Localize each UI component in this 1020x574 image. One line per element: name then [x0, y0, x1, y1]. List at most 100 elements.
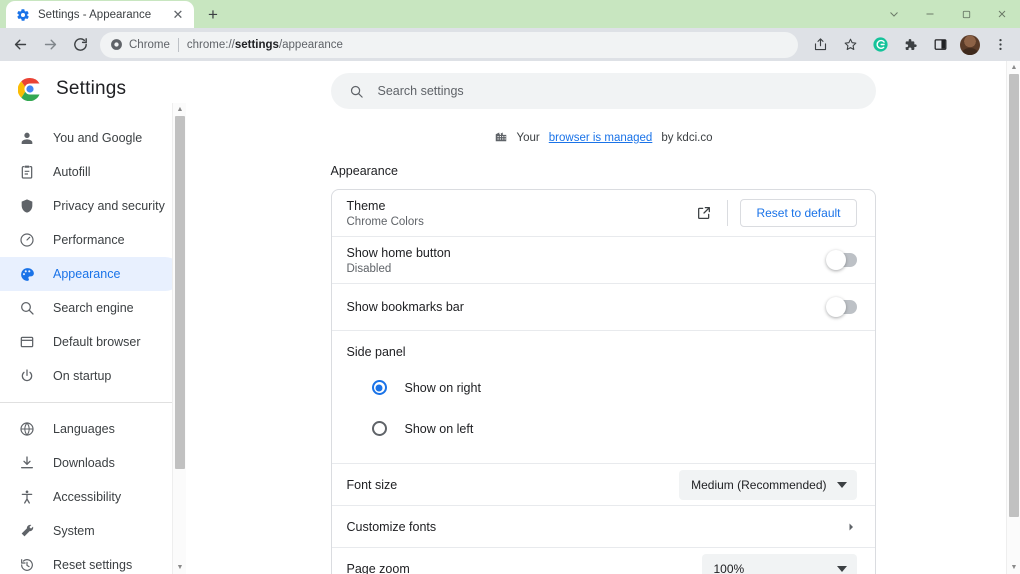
search-icon [18, 299, 36, 317]
theme-actions: Reset to default [689, 198, 857, 228]
sidebar-item-reset-settings[interactable]: Reset settings [0, 548, 182, 574]
side-panel-option-right[interactable]: Show on right [347, 367, 857, 408]
theme-label: Theme [346, 198, 386, 213]
radio-label: Show on right [404, 380, 481, 395]
search-icon [349, 84, 364, 99]
omnibox-chip-label: Chrome [129, 38, 170, 51]
sidebar-item-you-and-google[interactable]: You and Google [0, 121, 182, 155]
show-bookmarks-bar-toggle[interactable] [825, 297, 857, 317]
theme-divider [727, 200, 729, 226]
managed-notice: Your browser is managed by kdci.co [186, 109, 1020, 146]
show-bookmarks-bar-row[interactable]: Show bookmarks bar [331, 284, 875, 331]
sidebar-scroll-down-icon[interactable]: ▼ [173, 561, 187, 574]
sidebar-item-languages[interactable]: Languages [0, 412, 182, 446]
font-size-select[interactable]: Medium (Recommended) [679, 469, 857, 500]
side-panel-icon[interactable] [926, 31, 954, 59]
sidebar-item-privacy-and-security[interactable]: Privacy and security [0, 189, 182, 223]
font-size-row[interactable]: Font size Medium (Recommended) [331, 464, 875, 506]
reset-to-default-button[interactable]: Reset to default [740, 199, 857, 227]
home-button-label: Show home button [346, 245, 451, 260]
sidebar-item-label: System [53, 524, 95, 538]
grammarly-extension-icon[interactable] [866, 31, 894, 59]
history-restore-icon [18, 556, 36, 574]
show-home-button-toggle[interactable] [825, 250, 857, 270]
page-zoom-select[interactable]: 100% [701, 554, 857, 574]
building-icon [494, 129, 508, 146]
sidebar-scrollbar[interactable]: ▲ ▼ [172, 103, 186, 574]
sidebar-item-search-engine[interactable]: Search engine [0, 291, 182, 325]
sidebar-item-label: You and Google [53, 131, 143, 145]
side-panel-option-left[interactable]: Show on left [347, 408, 857, 449]
sidebar-item-autofill[interactable]: Autofill [0, 155, 182, 189]
palette-icon [18, 265, 36, 283]
sidebar-item-label: On startup [53, 369, 112, 383]
sidebar-item-label: Downloads [53, 456, 115, 470]
content-scroll-thumb[interactable] [1009, 74, 1019, 517]
sidebar-item-label: Reset settings [53, 558, 133, 572]
search-placeholder: Search settings [377, 84, 464, 98]
tab-close-icon[interactable]: ✕ [170, 7, 186, 23]
browser-toolbar: Chrome chrome://settings/appearance [0, 28, 1020, 61]
bookmarks-bar-text: Show bookmarks bar [347, 300, 827, 314]
chevron-down-icon [836, 566, 847, 572]
tab-strip: Settings - Appearance ✕ + [0, 0, 1020, 28]
download-icon [18, 454, 36, 472]
radio-icon [371, 380, 387, 395]
managed-prefix: Your [516, 131, 540, 144]
sidebar-item-downloads[interactable]: Downloads [0, 446, 182, 480]
browser-tab[interactable]: Settings - Appearance ✕ [6, 1, 194, 28]
sidebar-item-appearance[interactable]: Appearance [0, 257, 182, 291]
sidebar-item-system[interactable]: System [0, 514, 182, 548]
address-bar[interactable]: Chrome chrome://settings/appearance [100, 31, 798, 58]
open-in-new-icon[interactable] [689, 198, 719, 228]
sidebar-item-performance[interactable]: Performance [0, 223, 182, 257]
star-icon[interactable] [836, 31, 864, 59]
side-panel-group: Side panel Show on right Show on left [331, 331, 875, 464]
content-scroll-up-icon[interactable]: ▲ [1007, 61, 1020, 74]
content-scroll-down-icon[interactable]: ▼ [1007, 561, 1020, 574]
page-title: Settings [56, 78, 127, 99]
omnibox-chrome-chip: Chrome [110, 38, 170, 51]
sidebar-item-label: Accessibility [53, 490, 122, 504]
globe-icon [18, 420, 36, 438]
sidebar-item-accessibility[interactable]: Accessibility [0, 480, 182, 514]
avatar [960, 34, 980, 55]
sidebar-scroll-up-icon[interactable]: ▲ [173, 103, 187, 116]
close-window-icon[interactable] [984, 0, 1020, 28]
omnibox-url: chrome://settings/appearance [186, 38, 343, 51]
sidebar-scroll-thumb[interactable] [175, 116, 185, 469]
chevron-down-icon [836, 481, 847, 488]
search-input[interactable]: Search settings [330, 73, 876, 109]
show-home-button-row[interactable]: Show home button Disabled [331, 237, 875, 284]
minimize-window-icon[interactable] [912, 0, 948, 28]
chrome-icon [111, 39, 122, 50]
customize-fonts-row[interactable]: Customize fonts [331, 506, 875, 548]
sidebar-item-label: Privacy and security [53, 199, 165, 213]
window-controls [876, 0, 1020, 28]
theme-row[interactable]: Theme Chrome Colors Reset to default [331, 190, 875, 237]
content-scrollbar[interactable]: ▲ ▼ [1006, 61, 1020, 574]
sidebar-item-on-startup[interactable]: On startup [0, 359, 182, 393]
forward-button[interactable] [36, 31, 64, 59]
browser-managed-link[interactable]: browser is managed [549, 132, 653, 144]
page-zoom-value: 100% [713, 562, 745, 574]
share-icon[interactable] [806, 31, 834, 59]
wrench-icon [18, 522, 36, 540]
profile-avatar[interactable] [956, 31, 984, 59]
tab-search-icon[interactable] [876, 0, 912, 28]
chrome-menu-icon[interactable] [986, 31, 1014, 59]
maximize-window-icon[interactable] [948, 0, 984, 28]
sidebar-item-default-browser[interactable]: Default browser [0, 325, 182, 359]
tab-title: Settings - Appearance [38, 8, 152, 21]
search-row: Search settings [186, 61, 1020, 109]
new-tab-button[interactable]: + [200, 1, 226, 27]
reload-button[interactable] [66, 31, 94, 59]
page-zoom-row[interactable]: Page zoom 100% [332, 548, 875, 574]
extensions-icon[interactable] [896, 31, 924, 59]
speedometer-icon [18, 231, 36, 249]
back-button[interactable] [6, 31, 34, 59]
omnibox-divider [177, 37, 179, 52]
side-panel-label: Side panel [346, 345, 406, 359]
font-size-label: Font size [346, 477, 398, 492]
chevron-right-icon [845, 521, 857, 533]
